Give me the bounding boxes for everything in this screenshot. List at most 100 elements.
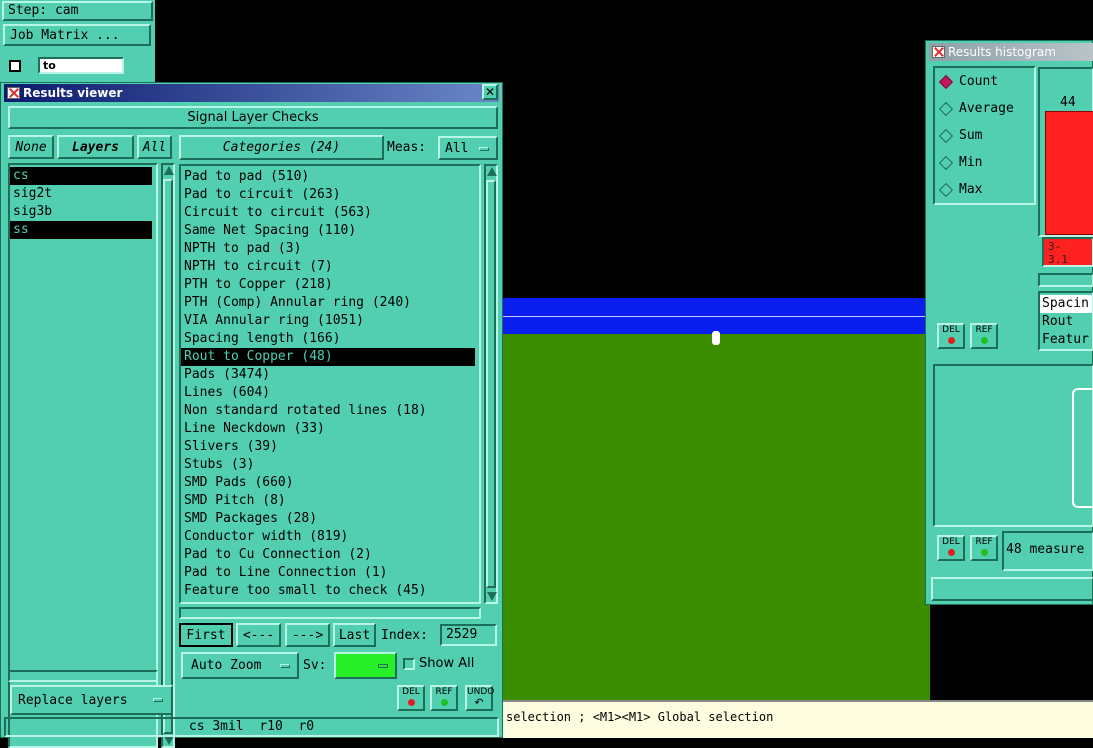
category-item[interactable]: NPTH to circuit (7)	[181, 258, 479, 276]
categories-list[interactable]: Pad to pad (510) Pad to circuit (263) Ci…	[179, 164, 481, 604]
window-menu-icon[interactable]	[932, 46, 945, 58]
index-field[interactable]: 2529	[440, 624, 497, 646]
status-bar: selection ; <M1><M1> Global selection	[500, 700, 1093, 738]
next-button[interactable]: --->	[285, 623, 330, 647]
layer-item[interactable]: sig2t	[10, 185, 156, 203]
category-item[interactable]: Same Net Spacing (110)	[181, 222, 479, 240]
histogram-del-button-2[interactable]: DEL	[937, 535, 965, 561]
category-item[interactable]: Slivers (39)	[181, 438, 479, 456]
window-menu-icon[interactable]	[7, 87, 20, 99]
category-item[interactable]: SMD Pitch (8)	[181, 492, 479, 510]
histogram-ref-button-2[interactable]: REF	[970, 535, 998, 561]
histogram-category-list[interactable]: Spacin Rout Featur	[1038, 291, 1093, 351]
scroll-thumb[interactable]	[163, 179, 173, 734]
category-item[interactable]: Non standard rotated lines (18)	[181, 402, 479, 420]
meas-value: All	[445, 140, 469, 156]
undo-button[interactable]: UNDO ↶	[465, 685, 494, 711]
scroll-down-arrow-icon[interactable]	[164, 736, 174, 745]
layer-item[interactable]: cs	[10, 167, 152, 185]
layer-item[interactable]: sig3b	[10, 203, 156, 221]
del-label: DEL	[942, 325, 960, 335]
option-count[interactable]: Count	[935, 74, 998, 89]
ref-label: REF	[975, 537, 993, 547]
ref-label: REF	[435, 687, 453, 697]
category-item[interactable]: PTH (Comp) Annular ring (240)	[181, 294, 479, 312]
scroll-down-arrow-icon[interactable]	[487, 592, 497, 601]
green-dot-icon	[440, 699, 448, 706]
sv-color-dropdown[interactable]	[334, 652, 397, 679]
bar-category-box[interactable]: 3- 3.1	[1042, 237, 1093, 267]
category-item[interactable]: Stubs (3)	[181, 456, 479, 474]
category-item[interactable]: Spacing length (166)	[181, 330, 479, 348]
category-item[interactable]: Pads (3474)	[181, 366, 479, 384]
category-item[interactable]: Line Neckdown (33)	[181, 420, 479, 438]
checkbox-icon[interactable]	[9, 60, 21, 72]
scroll-up-arrow-icon[interactable]	[164, 166, 174, 175]
list-item[interactable]: Rout	[1040, 313, 1092, 331]
auto-zoom-dropdown[interactable]: Auto Zoom	[181, 652, 299, 679]
option-label: Count	[959, 74, 999, 89]
category-item[interactable]: Pad to circuit (263)	[181, 186, 479, 204]
category-item[interactable]: Conductor width (819)	[181, 528, 479, 546]
histogram-del-button[interactable]: DEL	[937, 323, 965, 349]
category-item[interactable]: Lines (604)	[181, 384, 479, 402]
red-dot-icon	[947, 337, 955, 344]
category-item[interactable]: VIA Annular ring (1051)	[181, 312, 479, 330]
undo-arrow-icon: ↶	[474, 696, 484, 709]
prev-button[interactable]: <---	[236, 623, 281, 647]
categories-hscrollbar[interactable]	[179, 607, 481, 619]
signal-layer-checks-header[interactable]: Signal Layer Checks	[8, 106, 498, 129]
all-layers-button[interactable]: All	[137, 135, 172, 159]
results-viewer-titlebar[interactable]: Results viewer	[4, 84, 499, 102]
scroll-thumb[interactable]	[486, 180, 496, 588]
close-icon[interactable]: ✕	[482, 84, 498, 100]
list-item[interactable]: Spacin	[1040, 295, 1092, 313]
list-item[interactable]: Featur	[1040, 331, 1092, 349]
layers-list[interactable]: cs sig2t sig3b ss	[8, 163, 158, 748]
results-viewer-window: Results viewer ✕ Signal Layer Checks Non…	[0, 82, 503, 748]
category-item[interactable]: Circuit to circuit (563)	[181, 204, 479, 222]
histogram-bar[interactable]	[1045, 111, 1093, 235]
histogram-hscrollbar[interactable]	[1038, 273, 1093, 287]
radio-diamond-icon	[938, 155, 954, 170]
del-button[interactable]: DEL	[397, 685, 425, 711]
last-button[interactable]: Last	[333, 623, 376, 647]
histogram-ref-button[interactable]: REF	[970, 323, 998, 349]
meas-dropdown[interactable]: All	[438, 136, 498, 160]
sv-label: Sv:	[303, 658, 327, 673]
option-average[interactable]: Average	[935, 101, 1014, 116]
option-min[interactable]: Min	[935, 155, 982, 170]
category-item[interactable]: SMD Packages (28)	[181, 510, 479, 528]
category-item-selected[interactable]: Rout to Copper (48)	[181, 348, 475, 366]
job-matrix-button[interactable]: Job Matrix ...	[3, 24, 151, 46]
option-sum[interactable]: Sum	[935, 128, 982, 143]
category-item[interactable]: NPTH to pad (3)	[181, 240, 479, 258]
category-item[interactable]: Pad to pad (510)	[181, 168, 479, 186]
category-item[interactable]: Feature too small to check (45)	[181, 582, 479, 600]
categories-scrollbar[interactable]	[484, 164, 498, 604]
ref-label: REF	[975, 325, 993, 335]
pad-feature[interactable]	[712, 331, 720, 345]
histogram-titlebar[interactable]: Results histogram	[929, 43, 1093, 61]
none-button[interactable]: None	[8, 135, 54, 159]
first-button[interactable]: First	[179, 623, 233, 647]
bar-value-label: 44	[1060, 95, 1076, 110]
layers-hscrollbar[interactable]	[8, 670, 158, 682]
layer-item[interactable]: ss	[10, 221, 152, 239]
histogram-chart[interactable]: 44	[1038, 67, 1093, 237]
histogram-preview[interactable]	[933, 364, 1093, 527]
category-item[interactable]: Pad to Line Connection (1)	[181, 564, 479, 582]
show-all-checkbox[interactable]	[403, 658, 415, 670]
step-label: Step: cam	[2, 1, 153, 21]
replace-layers-dropdown[interactable]: Replace layers	[10, 685, 173, 715]
option-max[interactable]: Max	[935, 182, 982, 197]
window-title: Results viewer	[23, 86, 123, 100]
category-item[interactable]: Pad to Cu Connection (2)	[181, 546, 479, 564]
to-field[interactable]: to	[38, 57, 124, 74]
scroll-up-arrow-icon[interactable]	[487, 167, 497, 176]
histogram-bottom-button[interactable]	[931, 577, 1093, 601]
ref-button[interactable]: REF	[430, 685, 458, 711]
category-item[interactable]: PTH to Copper (218)	[181, 276, 479, 294]
layers-scrollbar[interactable]	[161, 163, 175, 748]
category-item[interactable]: SMD Pads (660)	[181, 474, 479, 492]
